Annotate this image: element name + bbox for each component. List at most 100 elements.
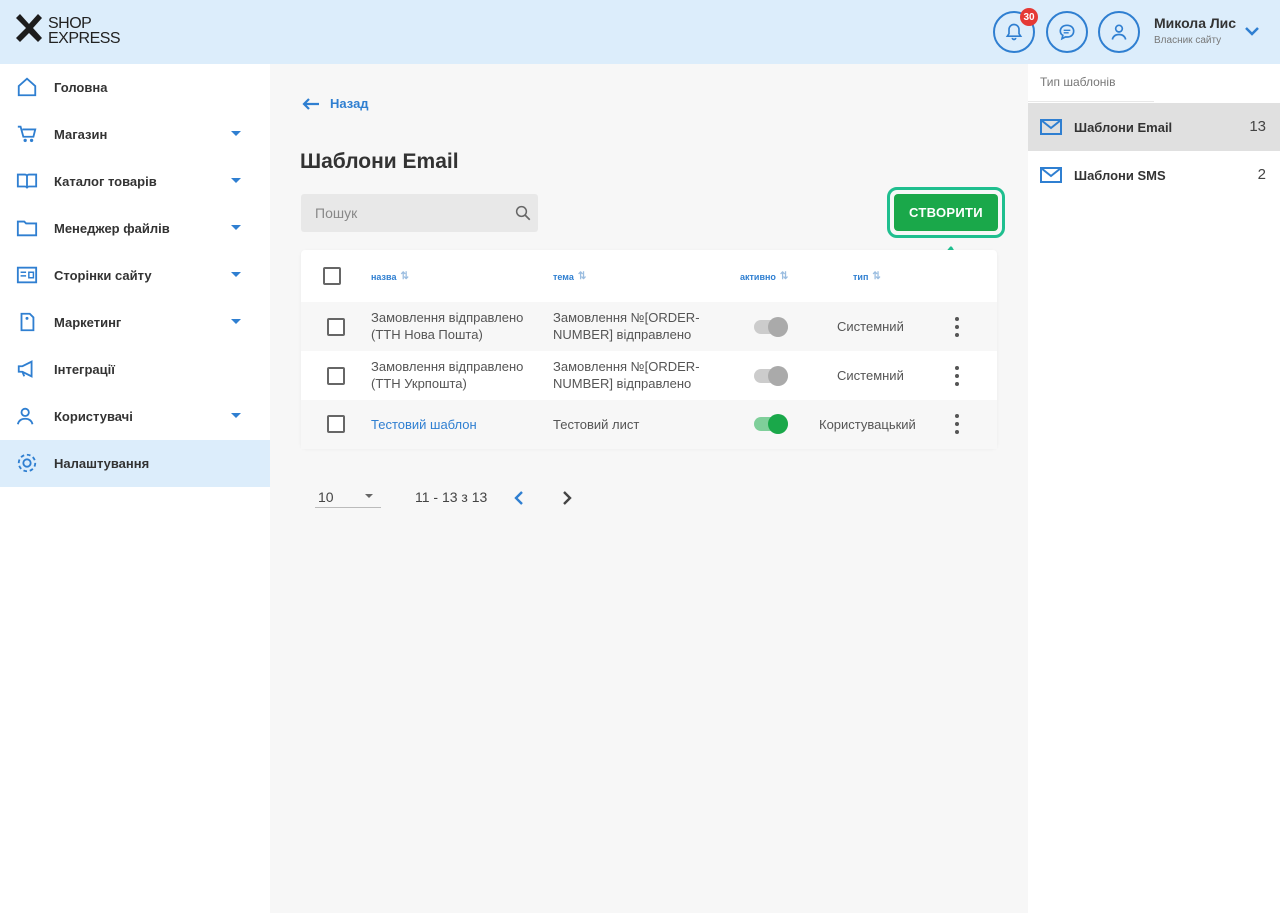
- sidebar-item-users[interactable]: Користувачі: [0, 393, 270, 440]
- page-size-select[interactable]: 10: [315, 486, 381, 508]
- caret-down-icon: [231, 272, 241, 277]
- book-icon: [16, 173, 38, 189]
- caret-down-icon: [231, 319, 241, 324]
- sidebar-item-label: Користувачі: [54, 409, 133, 424]
- chevron-right-icon[interactable]: [560, 488, 574, 508]
- notification-badge: 30: [1020, 8, 1038, 26]
- sidebar-item-settings[interactable]: Налаштування: [0, 440, 270, 487]
- sidebar-item-label: Налаштування: [54, 456, 150, 471]
- template-name-link[interactable]: Тестовий шаблон: [371, 416, 477, 433]
- caret-down-icon: [231, 131, 241, 136]
- sidebar-item-shop[interactable]: Магазин: [0, 111, 270, 158]
- sidebar: Головна Магазин Каталог товарів Менеджер…: [0, 64, 270, 913]
- more-actions-icon[interactable]: [954, 366, 960, 386]
- template-type: Системний: [837, 319, 904, 334]
- sidebar-item-label: Головна: [54, 80, 108, 95]
- column-header-name[interactable]: назва ⇅: [371, 271, 409, 282]
- tag-icon: [20, 312, 35, 332]
- template-type-email[interactable]: Шаблони Email 13: [1028, 103, 1280, 151]
- column-header-type[interactable]: тип ⇅: [853, 271, 881, 282]
- logo-text-line1: SHOP: [48, 15, 92, 32]
- users-icon: [16, 407, 34, 425]
- column-header-active[interactable]: активно ⇅: [740, 271, 788, 282]
- cart-icon: [17, 125, 37, 143]
- sidebar-item-label: Інтеграції: [54, 362, 115, 377]
- count-badge: 13: [1249, 118, 1266, 135]
- active-toggle[interactable]: [754, 317, 788, 337]
- chevron-left-icon[interactable]: [512, 488, 526, 508]
- back-link[interactable]: Назад: [302, 96, 369, 111]
- table-row[interactable]: Замовлення відправлено (ТТН Нова Пошта) …: [301, 302, 997, 351]
- select-all-checkbox[interactable]: [323, 267, 341, 285]
- arrow-left-icon: [302, 97, 319, 110]
- user-name[interactable]: Микола Лис: [1154, 15, 1236, 31]
- table-row[interactable]: Тестовий шаблон Тестовий лист Користувац…: [301, 400, 997, 449]
- sidebar-item-site-pages[interactable]: Сторінки сайту: [0, 252, 270, 299]
- home-icon: [17, 77, 37, 97]
- count-badge: 2: [1257, 166, 1266, 183]
- caret-down-icon: [231, 178, 241, 183]
- sidebar-item-label: Сторінки сайту: [54, 268, 152, 283]
- template-type: Користувацький: [819, 417, 916, 432]
- user-role: Власник сайту: [1154, 35, 1222, 46]
- chevron-down-icon[interactable]: [1244, 24, 1260, 38]
- caret-down-icon: [365, 494, 373, 498]
- sidebar-item-home[interactable]: Головна: [0, 64, 270, 111]
- panel-title: Тип шаблонів: [1040, 75, 1116, 89]
- column-header-subject[interactable]: тема ⇅: [553, 271, 586, 282]
- create-button[interactable]: СТВОРИТИ: [894, 194, 998, 231]
- sort-icon: ⇅: [400, 271, 409, 282]
- chat-button[interactable]: [1046, 11, 1088, 53]
- logo-text-line2: EXPRESS: [48, 30, 121, 47]
- template-subject: Замовлення №[ORDER- NUMBER] відправлено: [553, 359, 700, 391]
- create-button-highlight: СТВОРИТИ: [887, 187, 1005, 238]
- megaphone-icon: [17, 360, 33, 378]
- template-subject: Тестовий лист: [553, 417, 640, 432]
- bell-icon: [1005, 23, 1023, 41]
- sidebar-item-label: Каталог товарів: [54, 174, 157, 189]
- sidebar-item-label: Менеджер файлів: [54, 221, 170, 236]
- sort-icon: ⇅: [872, 271, 881, 282]
- more-actions-icon[interactable]: [954, 414, 960, 434]
- sort-icon: ⇅: [779, 271, 789, 282]
- top-header: SHOP EXPRESS 30 Микола Лис Власник сайту: [0, 0, 1280, 64]
- row-checkbox[interactable]: [327, 415, 345, 433]
- caret-down-icon: [231, 225, 241, 230]
- template-type-sms[interactable]: Шаблони SMS 2: [1028, 151, 1280, 199]
- gear-icon: [17, 453, 37, 473]
- logo-icon: [16, 14, 42, 42]
- pagination-info: 11 - 13 з 13: [415, 489, 488, 505]
- sidebar-item-catalog[interactable]: Каталог товарів: [0, 158, 270, 205]
- active-toggle[interactable]: [754, 414, 788, 434]
- sidebar-item-label: Маркетинг: [54, 315, 122, 330]
- notifications-button[interactable]: 30: [993, 8, 1038, 53]
- search-box: [301, 194, 538, 232]
- shop-express-logo[interactable]: SHOP EXPRESS: [14, 14, 121, 48]
- folder-icon: [16, 220, 38, 237]
- page-title: Шаблони Email: [300, 150, 459, 173]
- more-actions-icon[interactable]: [954, 317, 960, 337]
- envelope-icon: [1040, 119, 1062, 135]
- profile-button[interactable]: [1098, 11, 1140, 53]
- template-subject: Замовлення №[ORDER- NUMBER] відправлено: [553, 310, 700, 342]
- row-checkbox[interactable]: [327, 318, 345, 336]
- user-icon: [1111, 24, 1127, 40]
- active-toggle[interactable]: [754, 366, 788, 386]
- sidebar-item-integrations[interactable]: Інтеграції: [0, 346, 270, 393]
- page-layout-icon: [16, 266, 38, 284]
- sidebar-item-marketing[interactable]: Маркетинг: [0, 299, 270, 346]
- sidebar-item-label: Магазин: [54, 127, 108, 142]
- sidebar-item-file-manager[interactable]: Менеджер файлів: [0, 205, 270, 252]
- envelope-icon: [1040, 167, 1062, 183]
- chat-icon: [1059, 24, 1075, 41]
- sort-icon: ⇅: [577, 271, 587, 282]
- table-row[interactable]: Замовлення відправлено (ТТН Укрпошта) За…: [301, 351, 997, 400]
- template-type: Системний: [837, 368, 904, 383]
- row-checkbox[interactable]: [327, 367, 345, 385]
- search-input[interactable]: [301, 194, 501, 232]
- template-name[interactable]: Замовлення відправлено (ТТН Нова Пошта): [371, 309, 523, 343]
- template-name[interactable]: Замовлення відправлено (ТТН Укрпошта): [371, 358, 523, 392]
- back-label: Назад: [330, 96, 369, 111]
- caret-down-icon: [231, 413, 241, 418]
- search-icon[interactable]: [514, 204, 532, 222]
